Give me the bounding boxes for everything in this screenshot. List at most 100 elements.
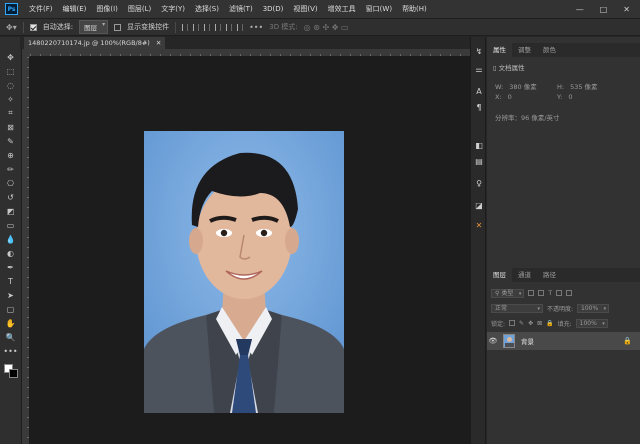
x-value[interactable]: 0 xyxy=(508,93,512,101)
menu-select[interactable]: 选择(S) xyxy=(190,4,224,14)
tab-channels[interactable]: 通道 xyxy=(512,268,537,282)
libraries-icon[interactable]: ◧ xyxy=(474,141,484,151)
tab-adjustments[interactable]: 调整 xyxy=(512,43,537,57)
align-top-icon[interactable] xyxy=(215,23,222,31)
auto-select-target-dropdown[interactable]: 图层 xyxy=(79,20,109,34)
menu-type[interactable]: 文字(Y) xyxy=(156,4,190,14)
lock-transparent-icon[interactable] xyxy=(509,320,516,326)
layer-row[interactable]: 👁 背景 🔒 xyxy=(487,332,640,350)
layer-filter-label: 类型 xyxy=(501,289,514,297)
auto-select-checkbox[interactable] xyxy=(29,23,37,31)
tool-presets-icon[interactable]: ✕ xyxy=(474,221,484,231)
document-tab[interactable]: 1480220710174.jp @ 100%(RGB/8#) ✕ xyxy=(24,37,166,49)
frame-icon[interactable]: ⊠ xyxy=(4,121,18,133)
eyedropper-icon[interactable]: ✎ xyxy=(4,135,18,147)
menu-file[interactable]: 文件(F) xyxy=(24,4,58,14)
tab-paths[interactable]: 路径 xyxy=(537,268,562,282)
fill-input[interactable]: 100% xyxy=(575,318,608,328)
lock-artboard-icon[interactable]: ⊠ xyxy=(537,320,542,327)
learn-icon[interactable]: ♀ xyxy=(474,179,484,189)
lock-position-icon[interactable]: ✥ xyxy=(528,320,533,327)
color-swatches[interactable] xyxy=(3,363,19,379)
3d-orbit-icon[interactable]: ◎ ⊛ ✣ ✥ ▭ xyxy=(304,23,349,32)
fill-label: 填充: xyxy=(557,320,572,328)
menu-image[interactable]: 图像(I) xyxy=(91,4,123,14)
stamp-icon[interactable]: ⎔ xyxy=(4,177,18,189)
width-value[interactable]: 380 像素 xyxy=(509,83,536,91)
character-icon[interactable]: A xyxy=(474,87,484,97)
layer-lock-icon[interactable]: 🔒 xyxy=(623,337,632,345)
show-transform-checkbox[interactable] xyxy=(114,23,122,31)
portrait-photo[interactable] xyxy=(144,131,344,413)
pen-icon[interactable]: ✒ xyxy=(4,261,18,273)
info-icon[interactable]: ◪ xyxy=(474,201,484,211)
type-icon[interactable]: T xyxy=(4,275,18,287)
tab-color[interactable]: 颜色 xyxy=(537,43,562,57)
hand-icon[interactable]: ✋ xyxy=(4,317,18,329)
lock-paint-icon[interactable]: ✎ xyxy=(519,320,524,327)
vertical-ruler[interactable] xyxy=(22,57,30,444)
menu-3d[interactable]: 3D(D) xyxy=(258,5,289,13)
pixel-filter-icon[interactable] xyxy=(528,290,535,296)
rectangle-icon[interactable]: ▢ xyxy=(4,303,18,315)
type-filter-icon[interactable]: T xyxy=(548,290,552,297)
align-left-icon[interactable] xyxy=(182,23,189,31)
marquee-icon[interactable]: ⬚ xyxy=(4,65,18,77)
align-bottom-icon[interactable] xyxy=(237,23,244,31)
dodge-icon[interactable]: ◐ xyxy=(4,247,18,259)
menu-edit[interactable]: 编辑(E) xyxy=(58,4,92,14)
opacity-input[interactable]: 100% xyxy=(577,303,610,313)
minimize-button[interactable]: — xyxy=(576,5,584,14)
align-middle-icon[interactable] xyxy=(226,23,233,31)
more-options-button[interactable]: ••• xyxy=(249,23,263,32)
align-center-icon[interactable] xyxy=(193,23,200,31)
more-icon[interactable]: ••• xyxy=(3,345,17,357)
align-right-icon[interactable] xyxy=(204,23,211,31)
blur-icon[interactable]: 💧 xyxy=(4,233,18,245)
eraser-icon[interactable]: ◩ xyxy=(4,205,18,217)
tab-layers[interactable]: 图层 xyxy=(487,268,512,282)
paragraph-icon[interactable]: ¶ xyxy=(474,103,484,113)
layer-filter-dropdown[interactable]: ⚲ 类型 xyxy=(491,288,525,298)
horizontal-ruler[interactable] xyxy=(30,49,470,57)
y-label: Y: xyxy=(557,93,563,101)
move-icon[interactable]: ✥ xyxy=(4,51,18,63)
photoshop-logo[interactable]: Ps xyxy=(5,3,18,15)
healing-icon[interactable]: ⊕ xyxy=(4,149,18,161)
layer-name[interactable]: 背景 xyxy=(521,336,534,346)
tab-properties[interactable]: 属性 xyxy=(487,43,512,57)
history-icon[interactable]: ↯ xyxy=(474,47,484,57)
y-value[interactable]: 0 xyxy=(568,93,572,101)
magic-wand-icon[interactable]: ✧ xyxy=(4,93,18,105)
move-tool-preset-icon[interactable]: ✥▾ xyxy=(6,23,17,32)
adjustment-filter-icon[interactable] xyxy=(538,290,545,296)
gradient-icon[interactable]: ▭ xyxy=(4,219,18,231)
menu-help[interactable]: 帮助(H) xyxy=(397,4,432,14)
path-select-icon[interactable]: ➤ xyxy=(4,289,18,301)
smart-filter-icon[interactable] xyxy=(566,290,572,296)
shape-filter-icon[interactable] xyxy=(556,290,562,296)
ruler-origin[interactable] xyxy=(22,49,30,57)
canvas-area[interactable] xyxy=(30,57,470,444)
zoom-icon[interactable]: 🔍 xyxy=(4,331,18,343)
crop-icon[interactable]: ⌗ xyxy=(4,107,18,119)
menu-filter[interactable]: 滤镜(T) xyxy=(224,4,258,14)
maximize-button[interactable]: □ xyxy=(600,5,608,14)
notes-icon[interactable]: ▤ xyxy=(474,157,484,167)
height-value[interactable]: 535 像素 xyxy=(570,83,597,91)
lock-all-icon[interactable]: 🔒 xyxy=(546,320,553,327)
divider xyxy=(175,21,177,33)
history-brush-icon[interactable]: ↺ xyxy=(4,191,18,203)
lasso-icon[interactable]: ◌ xyxy=(4,79,18,91)
menu-layer[interactable]: 图层(L) xyxy=(123,4,156,14)
menu-window[interactable]: 窗口(W) xyxy=(361,4,397,14)
blend-mode-dropdown[interactable]: 正常 xyxy=(491,303,543,313)
menu-view[interactable]: 视图(V) xyxy=(288,4,322,14)
close-button[interactable]: ✕ xyxy=(623,5,630,14)
visibility-eye-icon[interactable]: 👁 xyxy=(487,337,499,345)
brush-icon[interactable]: ✏ xyxy=(4,163,18,175)
background-color-swatch[interactable] xyxy=(8,369,18,378)
close-document-icon[interactable]: ✕ xyxy=(156,37,161,49)
menu-plugins[interactable]: 增效工具 xyxy=(323,4,361,14)
adjustments-icon[interactable]: ⚌ xyxy=(474,65,484,75)
